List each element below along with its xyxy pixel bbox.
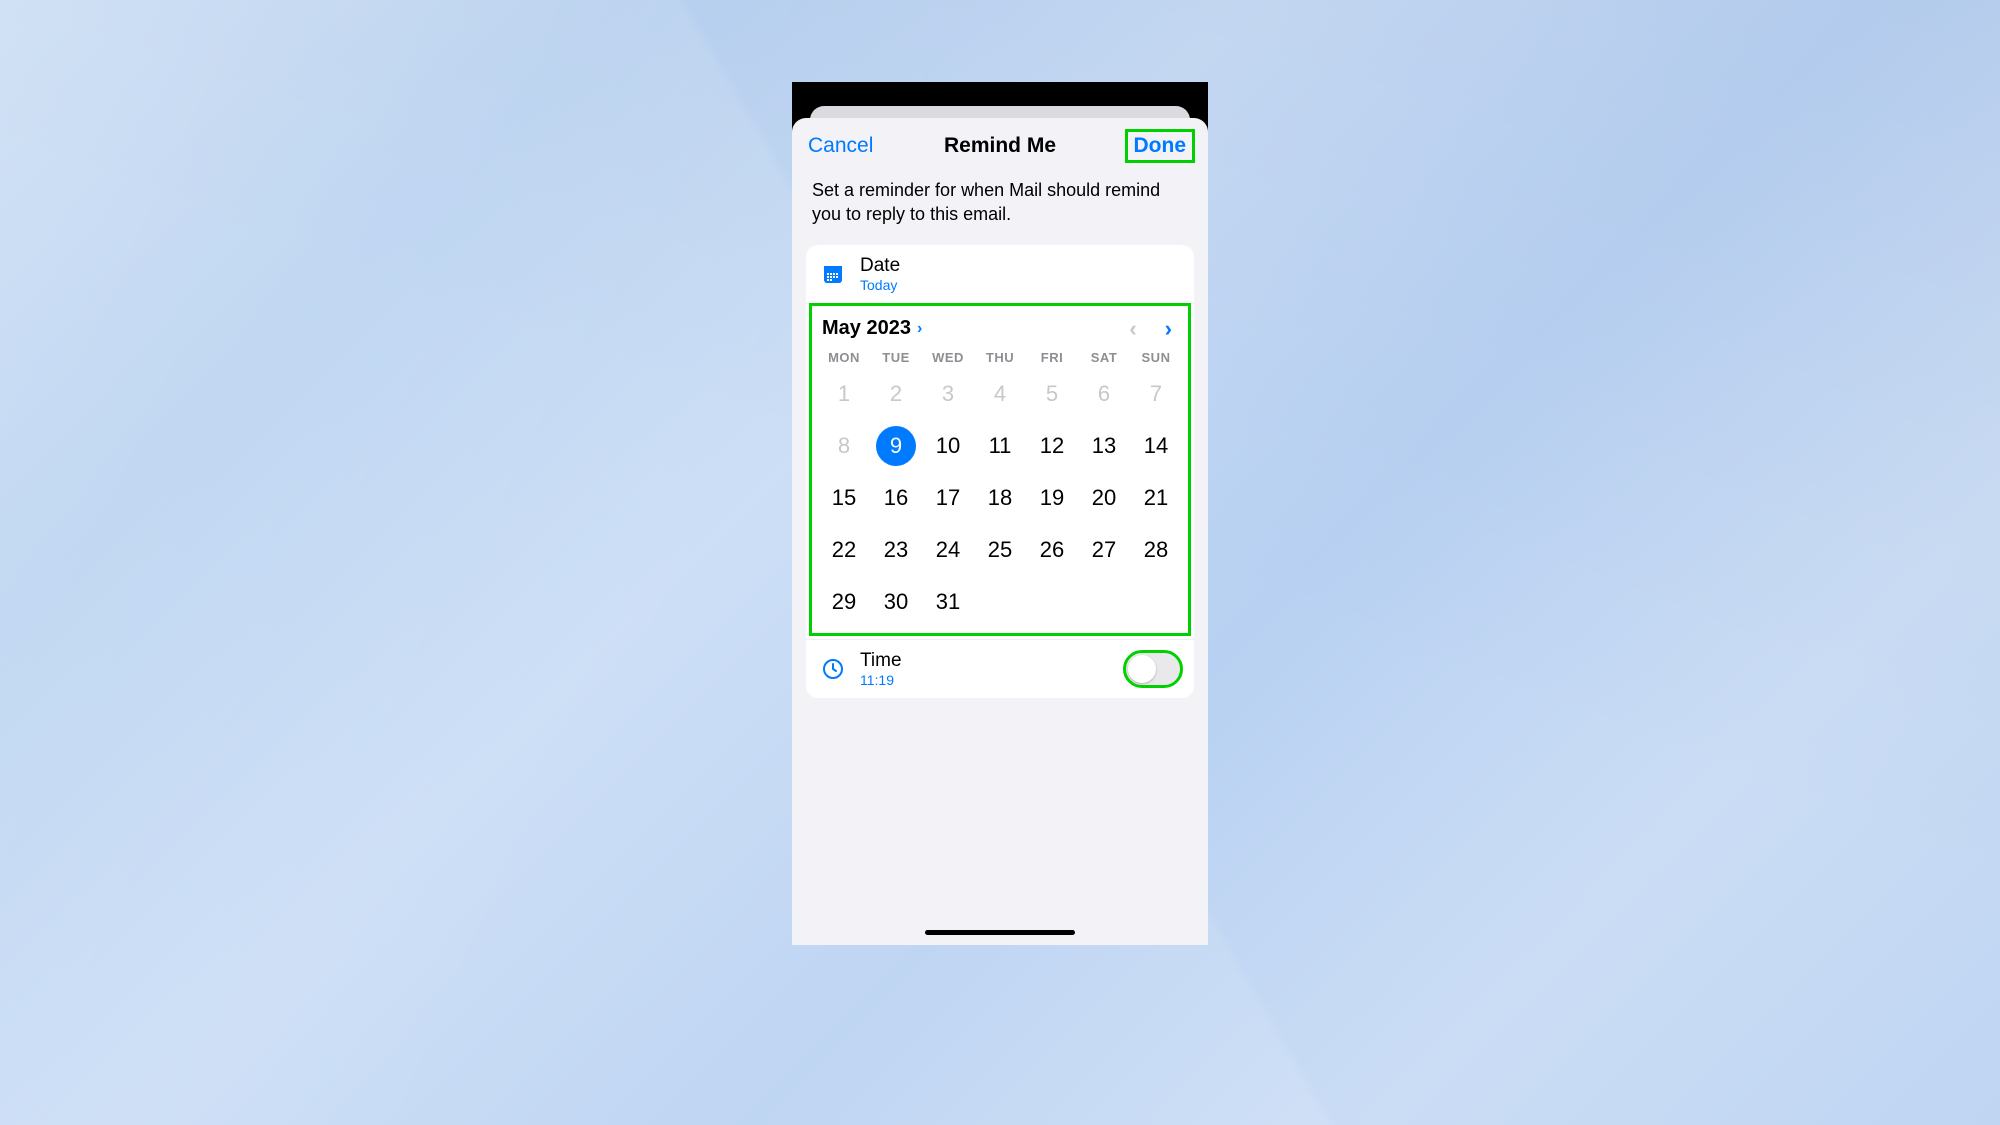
calendar-day[interactable]: 23	[870, 531, 922, 569]
calendar-day[interactable]: 21	[1130, 479, 1182, 517]
calendar-day[interactable]: 4	[974, 375, 1026, 413]
calendar-day[interactable]: 19	[1026, 479, 1078, 517]
clock-icon	[820, 656, 846, 682]
calendar-day[interactable]: 10	[922, 427, 974, 465]
calendar-day[interactable]: 15	[818, 479, 870, 517]
date-row[interactable]: Date Today	[806, 245, 1194, 303]
calendar-grid: 1234567891011121314151617181920212223242…	[816, 369, 1184, 623]
remind-me-sheet: Cancel Remind Me Done Set a reminder for…	[792, 118, 1208, 945]
calendar-day[interactable]: 20	[1078, 479, 1130, 517]
chevron-right-icon: ›	[917, 320, 922, 338]
weekday-label: SAT	[1078, 350, 1130, 365]
weekday-label: MON	[818, 350, 870, 365]
weekday-header: MON TUE WED THU FRI SAT SUN	[816, 350, 1184, 369]
calendar-day[interactable]: 22	[818, 531, 870, 569]
done-button[interactable]: Done	[1128, 132, 1193, 160]
calendar-day[interactable]: 25	[974, 531, 1026, 569]
calendar-day[interactable]: 16	[870, 479, 922, 517]
time-row[interactable]: Time 11:19	[806, 639, 1194, 698]
calendar-day[interactable]: 31	[922, 583, 974, 621]
calendar-day[interactable]: 28	[1130, 531, 1182, 569]
calendar-container: May 2023 › ‹ › MON TUE WED THU FRI	[806, 303, 1194, 633]
calendar-day[interactable]: 30	[870, 583, 922, 621]
prev-month-button[interactable]: ‹	[1129, 316, 1136, 342]
home-indicator[interactable]	[925, 930, 1075, 935]
weekday-label: TUE	[870, 350, 922, 365]
calendar-day[interactable]: 14	[1130, 427, 1182, 465]
time-toggle[interactable]	[1126, 653, 1180, 685]
calendar-day[interactable]: 2	[870, 375, 922, 413]
calendar-day[interactable]: 5	[1026, 375, 1078, 413]
calendar-day[interactable]: 7	[1130, 375, 1182, 413]
next-month-button[interactable]: ›	[1165, 316, 1172, 342]
weekday-label: FRI	[1026, 350, 1078, 365]
calendar-icon	[820, 261, 846, 287]
calendar-day[interactable]: 9	[870, 427, 922, 465]
phone-frame: Cancel Remind Me Done Set a reminder for…	[792, 82, 1208, 945]
sheet-description: Set a reminder for when Mail should remi…	[792, 174, 1208, 245]
calendar-day[interactable]: 12	[1026, 427, 1078, 465]
date-time-card: Date Today May 2023 › ‹ ›	[806, 245, 1194, 698]
calendar-day[interactable]: 26	[1026, 531, 1078, 569]
calendar-day[interactable]: 18	[974, 479, 1026, 517]
calendar-day[interactable]: 3	[922, 375, 974, 413]
weekday-label: THU	[974, 350, 1026, 365]
date-value: Today	[860, 277, 900, 293]
month-picker[interactable]: May 2023 ›	[822, 317, 922, 340]
time-label: Time	[860, 650, 902, 672]
date-label: Date	[860, 255, 900, 277]
calendar-day[interactable]: 24	[922, 531, 974, 569]
weekday-label: SUN	[1130, 350, 1182, 365]
calendar-day[interactable]: 8	[818, 427, 870, 465]
calendar-day[interactable]: 17	[922, 479, 974, 517]
time-value: 11:19	[860, 672, 902, 688]
weekday-label: WED	[922, 350, 974, 365]
calendar-day[interactable]: 13	[1078, 427, 1130, 465]
calendar-day[interactable]: 1	[818, 375, 870, 413]
month-label: May 2023	[822, 317, 911, 340]
calendar-day[interactable]: 11	[974, 427, 1026, 465]
calendar-day[interactable]: 29	[818, 583, 870, 621]
calendar: May 2023 › ‹ › MON TUE WED THU FRI	[812, 306, 1188, 633]
toggle-knob	[1128, 655, 1156, 683]
calendar-day[interactable]: 27	[1078, 531, 1130, 569]
calendar-day[interactable]: 6	[1078, 375, 1130, 413]
cancel-button[interactable]: Cancel	[808, 134, 873, 158]
sheet-nav: Cancel Remind Me Done	[792, 118, 1208, 174]
